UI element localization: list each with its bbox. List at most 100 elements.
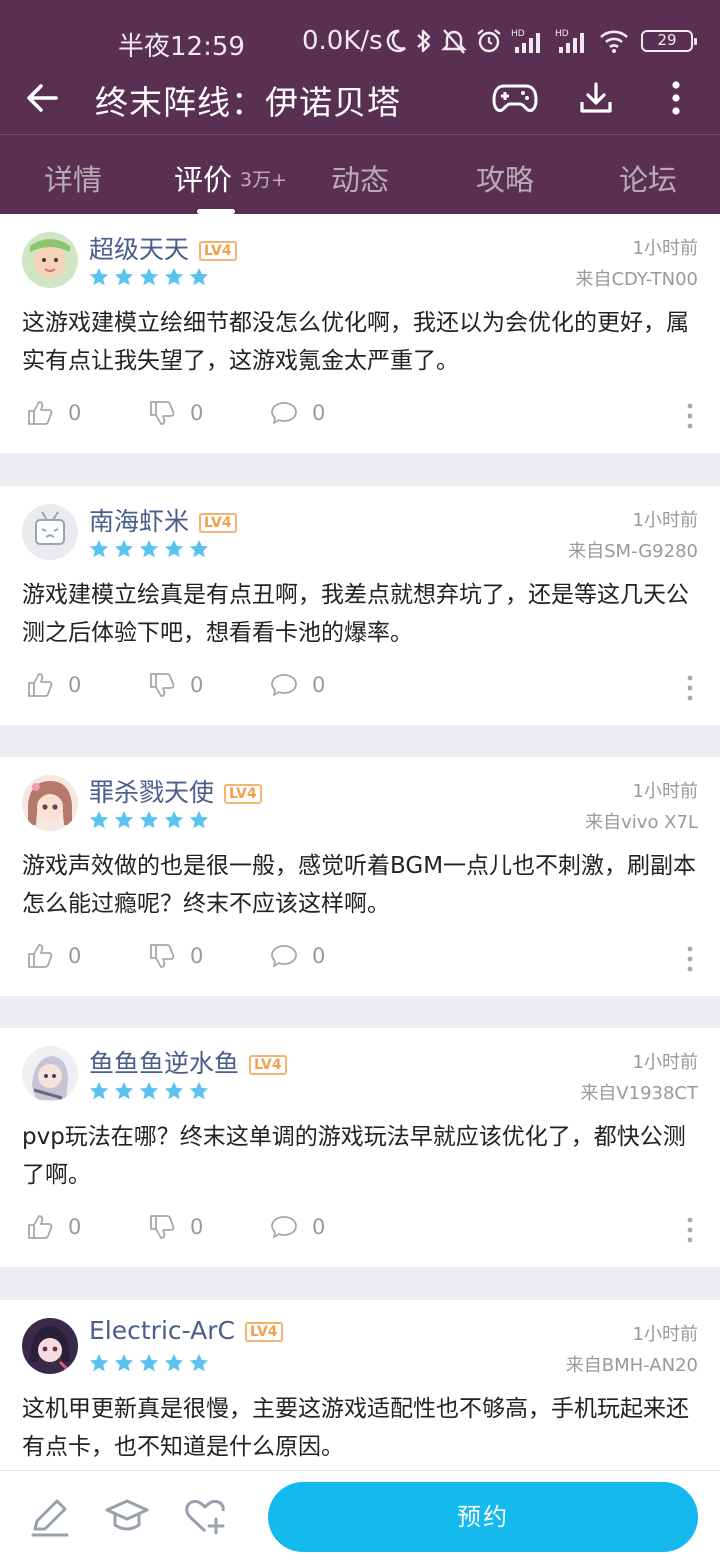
more-vertical-icon: [687, 946, 693, 972]
review-username[interactable]: 鱼鱼鱼逆水鱼 LV4: [89, 1044, 287, 1080]
comment-count: 0: [312, 944, 326, 968]
star-icon: [139, 1353, 159, 1372]
review-text[interactable]: 游戏声效做的也是很一般，感觉听着BGM一点儿也不刺激，刷副本怎么能过瘾呢？终末不…: [22, 847, 702, 923]
heart-plus-icon: [185, 1499, 225, 1535]
review-username[interactable]: 罪杀戮天使 LV4: [89, 773, 262, 809]
star-icon: [139, 539, 159, 558]
like-count: 0: [68, 401, 82, 425]
battery-icon: 29: [641, 30, 697, 52]
guide-button[interactable]: [104, 1493, 150, 1539]
review-more-button[interactable]: [684, 401, 696, 431]
thumbs-up-icon: [28, 1215, 53, 1239]
level-badge: LV4: [244, 1322, 283, 1342]
avatar[interactable]: [22, 232, 78, 288]
review-text[interactable]: 游戏建模立绘真是有点丑啊，我差点就想弃坑了，还是等这几天公测之后体验下吧，想看看…: [22, 576, 702, 652]
review-username[interactable]: Electric-ArC LV4: [89, 1316, 283, 1345]
tab-forum[interactable]: 论坛: [619, 157, 677, 199]
more-vertical-icon: [687, 1217, 693, 1243]
tab-details[interactable]: 详情: [44, 157, 102, 199]
reserve-button[interactable]: 预约: [268, 1482, 698, 1552]
star-icon: [164, 810, 184, 829]
like-button[interactable]: 0: [26, 399, 81, 427]
star-rating: [88, 809, 210, 831]
review-username[interactable]: 南海虾米 LV4: [89, 502, 237, 538]
like-button[interactable]: 0: [26, 942, 81, 970]
username-text: 罪杀戮天使: [89, 778, 215, 807]
review-time: 1小时前: [632, 1052, 698, 1073]
tab-guides[interactable]: 攻略: [476, 157, 534, 199]
like-button[interactable]: 0: [26, 1213, 81, 1241]
review-text[interactable]: 这游戏建模立绘细节都没怎么优化啊，我还以为会优化的更好，属实有点让我失望了，这游…: [22, 304, 702, 380]
like-count: 0: [68, 944, 82, 968]
avatar[interactable]: [22, 1046, 78, 1102]
star-icon: [164, 1353, 184, 1372]
dislike-count: 0: [190, 1215, 204, 1239]
review-more-button[interactable]: [684, 944, 696, 974]
level-badge: LV4: [249, 1055, 287, 1075]
bottom-action-bar: 预约: [0, 1470, 720, 1560]
thumbs-down-icon: [150, 1215, 175, 1239]
comment-button[interactable]: 0: [270, 671, 325, 699]
dislike-button[interactable]: 0: [148, 942, 203, 970]
review-device: 来自V1938CT: [580, 1083, 698, 1104]
write-review-button[interactable]: [27, 1493, 73, 1539]
comment-icon: [271, 945, 297, 967]
star-icon: [114, 1353, 134, 1372]
level-badge: LV4: [199, 513, 237, 533]
wifi-icon: [600, 30, 628, 53]
bluetooth-icon: [417, 29, 431, 53]
star-rating: [88, 1352, 210, 1374]
thumbs-down-icon: [150, 673, 175, 697]
review-time: 1小时前: [632, 781, 698, 802]
tab-bar: 详情 评价 3万+ 动态 攻略 论坛: [0, 134, 720, 214]
dislike-button[interactable]: 0: [148, 399, 203, 427]
page-title: 终末阵线：伊诺贝塔: [95, 83, 401, 122]
review-text[interactable]: pvp玩法在哪？终末这单调的游戏玩法早就应该优化了，都快公测了啊。: [22, 1118, 702, 1194]
gamepad-button[interactable]: [490, 74, 540, 122]
review-actions: 0 0 0: [0, 942, 720, 978]
edit-icon: [31, 1499, 69, 1537]
review-more-button[interactable]: [684, 1215, 696, 1245]
dislike-button[interactable]: 0: [148, 671, 203, 699]
download-button[interactable]: [572, 74, 620, 122]
review-username[interactable]: 超级天天 LV4: [89, 230, 237, 266]
more-vertical-icon: [687, 675, 693, 701]
tab-updates[interactable]: 动态: [331, 157, 389, 199]
battery-level: 29: [657, 31, 677, 49]
avatar[interactable]: [22, 775, 78, 831]
svg-text:HD: HD: [511, 29, 525, 39]
comment-button[interactable]: 0: [270, 942, 325, 970]
like-button[interactable]: 0: [26, 671, 81, 699]
star-icon: [164, 1081, 184, 1100]
star-icon: [164, 267, 184, 286]
dislike-button[interactable]: 0: [148, 1213, 203, 1241]
comment-button[interactable]: 0: [270, 399, 325, 427]
star-icon: [164, 539, 184, 558]
back-arrow-icon: [27, 84, 58, 112]
avatar[interactable]: [22, 504, 78, 560]
follow-button[interactable]: [182, 1493, 228, 1539]
star-rating: [88, 1080, 210, 1102]
star-icon: [114, 539, 134, 558]
star-icon: [189, 1353, 209, 1372]
back-button[interactable]: [22, 76, 66, 120]
review-text[interactable]: 这机甲更新真是很慢，主要这游戏适配性也不够高，手机玩起来还有点卡，也不知道是什么…: [22, 1390, 702, 1466]
tab-reviews[interactable]: 评价 3万+: [174, 157, 287, 199]
review-device: 来自SM-G9280: [568, 541, 698, 562]
star-icon: [89, 1353, 109, 1372]
review-more-button[interactable]: [684, 673, 696, 703]
username-text: 超级天天: [89, 235, 190, 264]
more-options-button[interactable]: [652, 74, 700, 122]
avatar[interactable]: [22, 1318, 78, 1374]
username-text: Electric-ArC: [89, 1316, 235, 1345]
comment-button[interactable]: 0: [270, 1213, 325, 1241]
review-device: 来自CDY-TN00: [575, 269, 698, 290]
bell-off-icon: [441, 29, 467, 54]
moon-icon: [386, 29, 406, 53]
graduation-cap-icon: [105, 1499, 149, 1531]
star-icon: [114, 810, 134, 829]
star-icon: [189, 810, 209, 829]
review-card: Electric-ArC LV4 1小时前 来自BMH-AN20 这机甲更新真是很…: [0, 1300, 720, 1470]
thumbs-down-icon: [150, 401, 175, 425]
review-list[interactable]: 超级天天 LV4 1小时前 来自CDY-TN00 这游戏建模立绘细节都没怎么优化啊…: [0, 214, 720, 1470]
